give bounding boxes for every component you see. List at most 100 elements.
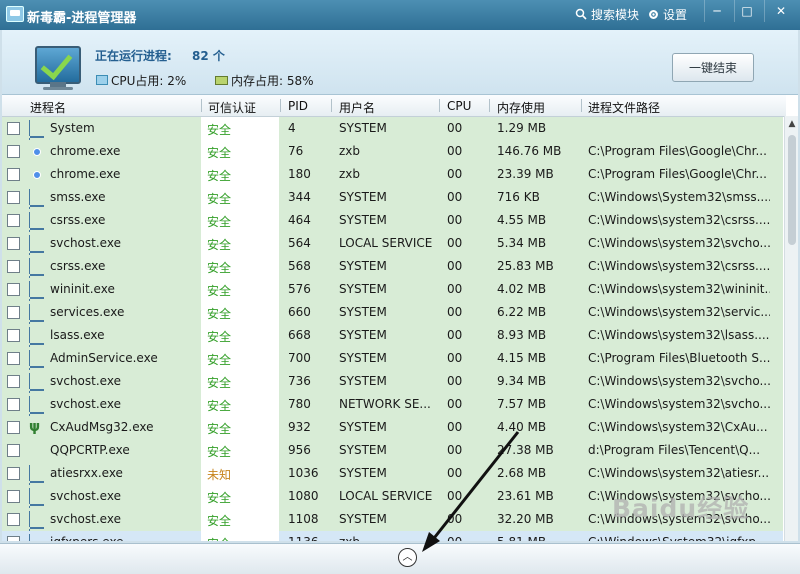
row-checkbox[interactable] [7,352,20,365]
process-user: LOCAL SERVICE [339,236,433,250]
app-icon [6,6,24,22]
search-module-button[interactable]: 搜索模块 [575,6,639,23]
row-checkbox[interactable] [7,375,20,388]
process-path: C:\Program Files\Google\Chr... [588,167,767,181]
process-cpu: 00 [447,282,463,296]
row-checkbox[interactable] [7,329,20,342]
row-checkbox[interactable] [7,444,20,457]
process-row[interactable]: System 安全 4 SYSTEM 00 1.29 MB [2,117,783,154]
trust-status: 安全 [201,186,279,209]
process-memory: 9.34 MB [497,374,547,388]
chrome-icon [29,167,45,182]
row-checkbox[interactable] [7,168,20,181]
bottom-bar: ︿ [0,543,800,574]
process-cpu: 00 [447,443,463,457]
search-module-label: 搜索模块 [591,7,640,22]
process-id: 956 [288,443,311,457]
window-icon [29,212,45,246]
row-checkbox[interactable] [7,122,20,135]
process-name: System [50,121,95,135]
process-row[interactable]: csrss.exe 安全 568 SYSTEM 00 25.83 MB C:\Windows… [2,255,783,292]
window-icon [29,281,45,315]
collapse-button[interactable]: ︿ [398,548,417,567]
process-id: 464 [288,213,311,227]
process-row[interactable]: svchost.exe 安全 736 SYSTEM 00 9.34 MB C:\Window… [2,370,783,407]
process-cpu: 00 [447,167,463,181]
process-name: igfxpers.exe [50,535,200,541]
process-row[interactable]: csrss.exe 安全 464 SYSTEM 00 4.55 MB C:\Windows\… [2,209,783,246]
process-path: C:\Windows\system32\svcho... [588,397,770,411]
window-icon [29,465,45,499]
row-checkbox[interactable] [7,536,20,541]
column-trust[interactable]: 可信认证 [208,99,256,116]
trust-status: 安全 [201,301,279,324]
process-row[interactable]: services.exe 安全 660 SYSTEM 00 6.22 MB C:\Windo… [2,301,783,338]
process-row[interactable]: atiesrxx.exe 未知 1036 SYSTEM 00 2.68 MB C:\Wind… [2,462,783,499]
end-all-button[interactable]: 一键结束 [672,53,754,82]
column-divider[interactable] [489,99,490,112]
process-row[interactable]: lsass.exe 安全 668 SYSTEM 00 8.93 MB C:\Windows\… [2,324,783,361]
column-user[interactable]: 用户名 [339,99,375,116]
process-path: d:\Program Files\Tencent\Q... [588,443,761,457]
process-row[interactable]: chrome.exe 安全 76 zxb 00 146.76 MB C:\Program F… [2,140,783,164]
column-divider[interactable] [439,99,440,112]
process-id: 700 [288,351,311,365]
process-path: C:\Windows\system32\csrss.... [588,259,770,273]
process-row[interactable]: chrome.exe 安全 180 zxb 00 23.39 MB C:\Program F… [2,163,783,187]
process-name: svchost.exe [50,374,121,388]
column-pid[interactable]: PID [288,99,308,113]
close-button[interactable]: ✕ [764,0,797,22]
process-row[interactable]: smss.exe 安全 344 SYSTEM 00 716 KB C:\Windows\Sy… [2,186,783,223]
process-cpu: 00 [447,397,463,411]
window-icon [29,327,45,361]
row-checkbox[interactable] [7,467,20,480]
process-id: 736 [288,374,311,388]
process-path: C:\Windows\system32\wininit... [588,282,770,296]
minimize-icon: ─ [713,4,721,18]
process-name: svchost.exe [50,512,121,526]
maximize-icon: □ [741,4,753,18]
column-cpu[interactable]: CPU [447,99,471,113]
row-checkbox[interactable] [7,490,20,503]
title-tools: 搜索模块 设置 [575,5,687,23]
process-row[interactable]: svchost.exe 安全 780 NETWORK SE... 00 7.57 MB C:… [2,393,783,430]
column-name[interactable]: 进程名 [30,99,66,116]
column-memory[interactable]: 内存使用 [497,99,545,116]
process-row[interactable]: wininit.exe 安全 576 SYSTEM 00 4.02 MB C:\Window… [2,278,783,315]
process-row[interactable]: svchost.exe 安全 564 LOCAL SERVICE 00 5.34 MB C:… [2,232,783,269]
vertical-scrollbar[interactable]: ▲ [784,116,798,541]
process-path: C:\Windows\system32\lsass.... [588,328,770,342]
settings-button[interactable]: 设置 [647,6,687,23]
process-id: 932 [288,420,311,434]
process-name: lsass.exe [50,328,105,342]
maximize-button[interactable]: □ [734,0,759,22]
row-checkbox[interactable] [7,237,20,250]
row-checkbox[interactable] [7,214,20,227]
column-divider[interactable] [201,99,202,112]
minimize-button[interactable]: ─ [704,0,729,22]
process-row[interactable]: QQPCRTP.exe 安全 956 SYSTEM 00 27.38 MB d:\Progr… [2,439,783,463]
process-cpu: 00 [447,535,477,541]
row-checkbox[interactable] [7,283,20,296]
row-checkbox[interactable] [7,398,20,411]
column-divider[interactable] [280,99,281,112]
process-row[interactable]: igfxpers.exe安全 1136 zxb00 5.81 MB C:\Windows… [2,531,783,541]
column-divider[interactable] [581,99,582,112]
process-table: 进程名 可信认证 PID 用户名 CPU 内存使用 进程文件路径 System 安… [2,95,798,541]
process-name: svchost.exe [50,397,121,411]
row-checkbox[interactable] [7,306,20,319]
row-checkbox[interactable] [7,513,20,526]
process-cpu: 00 [447,190,463,204]
process-row[interactable]: ψ CxAudMsg32.exe 安全 932 SYSTEM 00 4.40 MB C:\Wi… [2,416,783,440]
column-divider[interactable] [331,99,332,112]
process-row[interactable]: AdminService.exe 安全 700 SYSTEM 00 4.15 MB C:\P… [2,347,783,384]
scroll-up-icon[interactable]: ▲ [785,116,798,133]
trust-status: 安全 [201,485,279,508]
process-user: SYSTEM [339,259,387,273]
column-path[interactable]: 进程文件路径 [588,99,660,116]
scroll-thumb[interactable] [788,135,796,245]
row-checkbox[interactable] [7,145,20,158]
row-checkbox[interactable] [7,260,20,273]
row-checkbox[interactable] [7,191,20,204]
row-checkbox[interactable] [7,421,20,434]
